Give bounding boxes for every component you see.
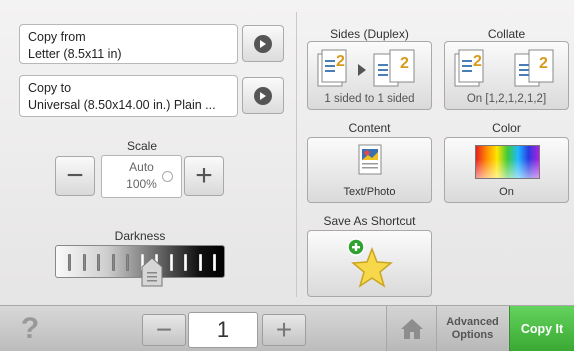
darkness-tick — [126, 254, 129, 271]
advanced-label-line1: Advanced — [446, 315, 499, 328]
scale-plus-button[interactable]: + — [184, 156, 224, 196]
copy-to-button[interactable] — [242, 77, 284, 114]
help-button[interactable]: ? — [0, 306, 60, 351]
svg-text:2: 2 — [400, 55, 409, 72]
copy-from-value: Letter (8.5x11 in) — [28, 47, 122, 61]
collate-button[interactable]: 2 2 On [1,2,1,2,1,2] — [444, 41, 569, 110]
duplex-icon: 2 2 — [317, 49, 415, 87]
copy-to-label: Copy to — [28, 81, 72, 95]
darkness-slider[interactable] — [55, 245, 225, 287]
darkness-tick — [97, 254, 100, 271]
darkness-label: Darkness — [114, 229, 166, 243]
quantity-field[interactable]: 1 — [188, 312, 258, 348]
darkness-tick — [111, 254, 115, 271]
scale-value-box[interactable]: Auto 100% — [101, 155, 182, 198]
sides-title: Sides (Duplex) — [330, 27, 409, 41]
copy-to-value: Universal (8.50x14.00 in.) Plain ... — [28, 98, 216, 112]
save-shortcut-button[interactable] — [307, 230, 432, 297]
quantity-plus-button[interactable]: + — [262, 314, 306, 346]
color-title: Color — [492, 121, 521, 135]
svg-text:2: 2 — [539, 55, 548, 72]
collate-title: Collate — [487, 27, 526, 41]
shortcut-title: Save As Shortcut — [323, 214, 416, 228]
star-plus-icon — [347, 238, 393, 288]
divider — [296, 12, 297, 297]
darkness-tick — [68, 254, 71, 271]
sides-button[interactable]: 2 2 1 sided to 1 sided — [307, 41, 432, 110]
advanced-label-line2: Options — [451, 328, 494, 341]
arrow-right-icon — [254, 34, 272, 53]
darkness-thumb[interactable] — [141, 257, 163, 288]
help-icon: ? — [20, 311, 40, 345]
sides-value: 1 sided to 1 sided — [324, 93, 415, 105]
color-button[interactable]: On — [444, 137, 569, 203]
advanced-options-button[interactable]: Advanced Options — [436, 306, 508, 351]
copy-it-button[interactable]: Copy It — [509, 306, 574, 351]
darkness-tick — [213, 254, 216, 271]
home-icon — [400, 318, 423, 339]
copy-from-label: Copy from — [28, 30, 86, 44]
color-gradient-icon — [475, 145, 540, 179]
darkness-tick — [198, 254, 202, 271]
copy-from-button[interactable] — [242, 25, 284, 62]
scale-label: Scale — [126, 139, 158, 153]
scale-indicator-icon — [162, 171, 173, 182]
color-value: On — [499, 186, 514, 198]
arrow-right-icon — [254, 86, 272, 105]
darkness-tick — [169, 254, 173, 271]
svg-text:2: 2 — [336, 53, 345, 70]
darkness-tick — [82, 254, 86, 271]
collate-icon: 2 2 — [454, 49, 554, 87]
collate-value: On [1,2,1,2,1,2] — [466, 93, 547, 105]
copy-to-field[interactable]: Copy to Universal (8.50x14.00 in.) Plain… — [19, 75, 238, 117]
text-photo-icon — [358, 144, 382, 175]
svg-text:2: 2 — [473, 53, 482, 70]
darkness-tick — [184, 254, 187, 271]
quantity-minus-button[interactable]: − — [142, 314, 186, 346]
home-button[interactable] — [386, 306, 436, 351]
content-value: Text/Photo — [343, 186, 396, 198]
content-button[interactable]: Text/Photo — [307, 137, 432, 203]
copy-from-field[interactable]: Copy from Letter (8.5x11 in) — [19, 24, 238, 64]
scale-minus-button[interactable]: − — [55, 156, 95, 196]
content-title: Content — [348, 121, 391, 135]
